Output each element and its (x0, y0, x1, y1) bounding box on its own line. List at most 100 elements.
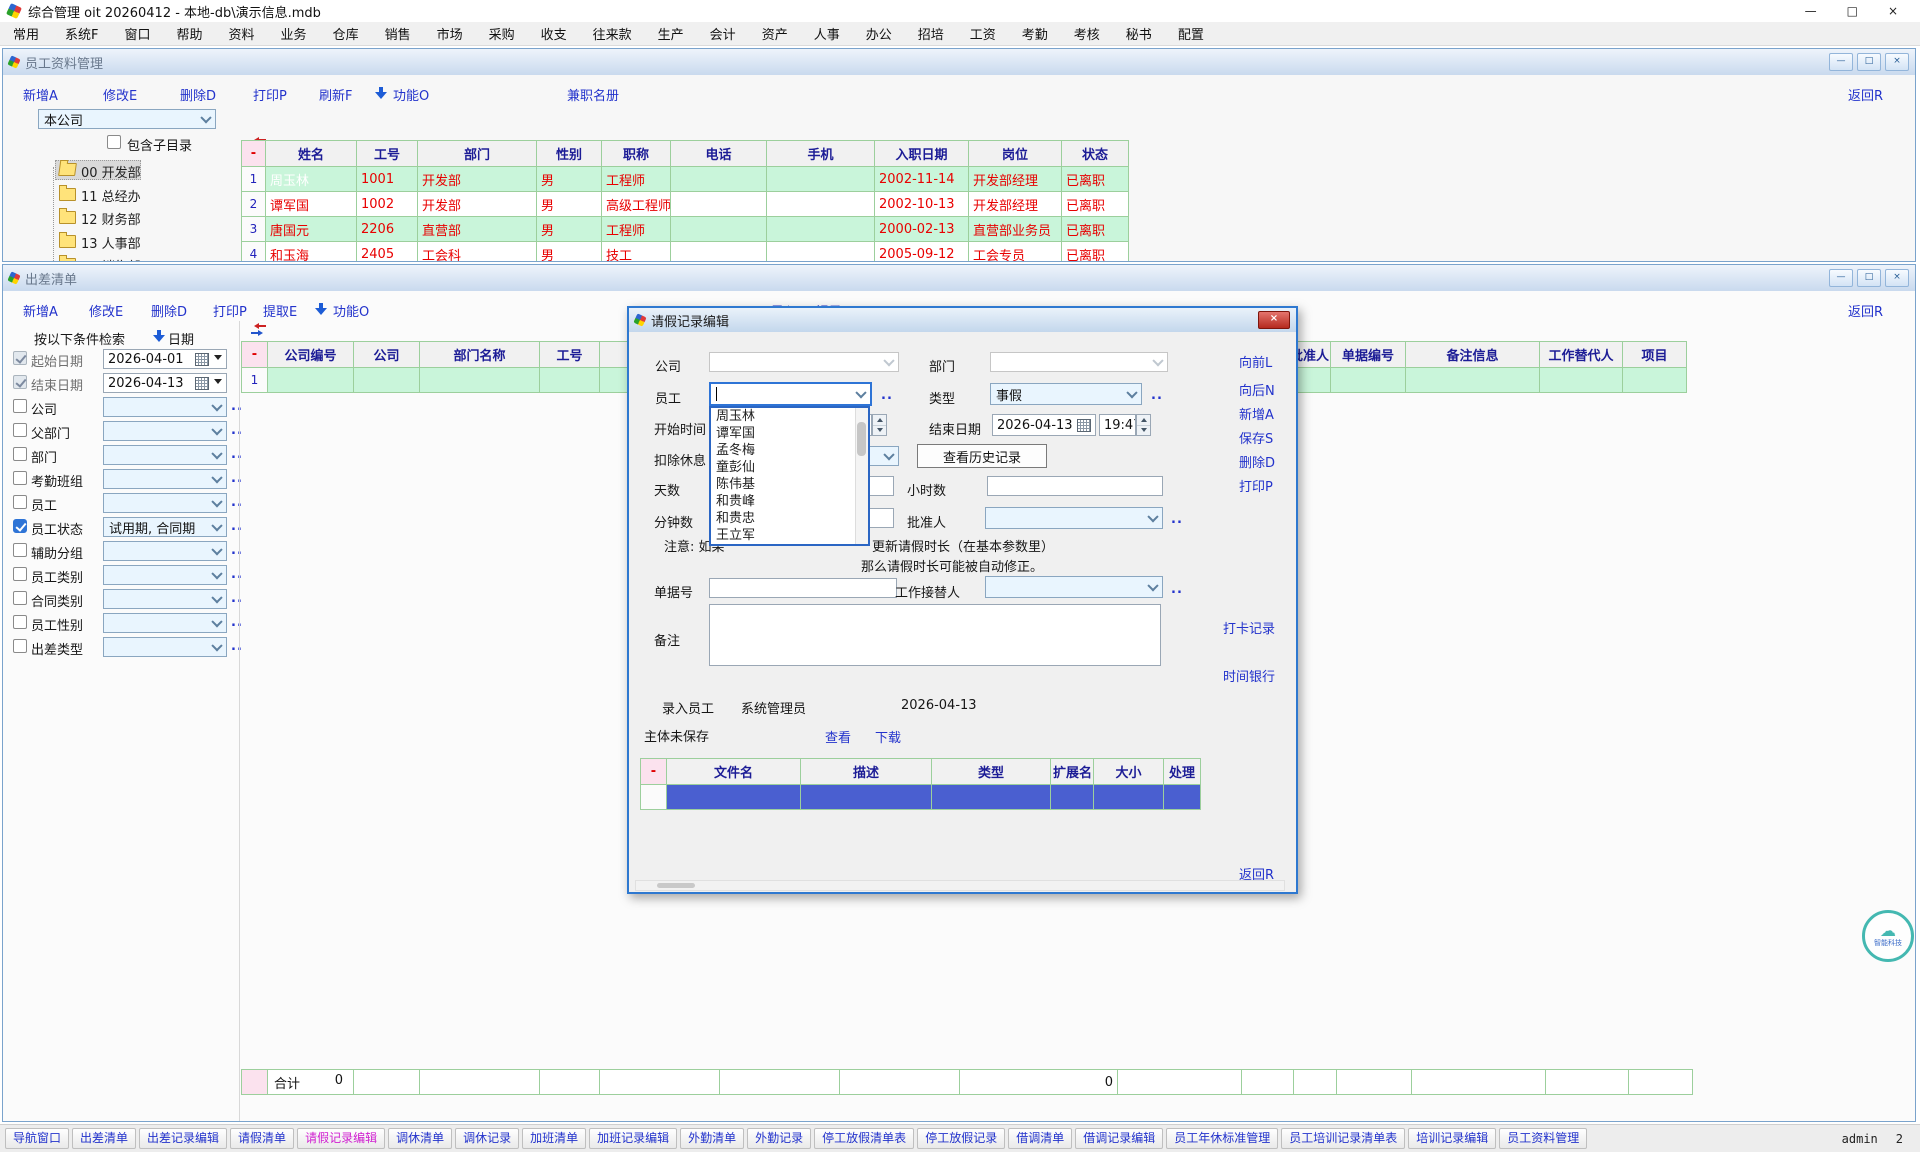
menu-item[interactable]: 配置 (1165, 21, 1217, 46)
scrollbar-thumb[interactable] (657, 883, 695, 888)
dropdown-item[interactable]: 王立军 (711, 527, 868, 544)
view-file-button[interactable]: 查看 (825, 727, 851, 746)
save-button[interactable]: 保存S (1239, 428, 1273, 447)
dropdown-item[interactable]: 和贵峰 (711, 493, 868, 510)
maximize-icon[interactable]: □ (1847, 4, 1858, 18)
dropdown-arrow-icon[interactable] (214, 355, 222, 364)
filter-checkbox-dept[interactable] (13, 447, 27, 461)
back-button[interactable]: 返回R (1848, 85, 1883, 104)
taskbar-item[interactable]: 调休清单 (388, 1128, 452, 1149)
next-button[interactable]: 向后N (1239, 380, 1275, 399)
browse-button[interactable]: .. (231, 639, 243, 654)
browse-button[interactable]: .. (231, 399, 243, 414)
filter-gender-select[interactable] (103, 613, 227, 633)
filter-checkbox-contract-category[interactable] (13, 591, 27, 605)
doc-no-input[interactable] (709, 578, 897, 598)
column-header[interactable]: 手机 (767, 141, 875, 167)
selected-cell[interactable]: 周玉林 (266, 167, 357, 192)
browse-button[interactable]: .. (1151, 388, 1163, 403)
column-header[interactable]: 工号 (357, 141, 418, 167)
dropdown-item[interactable]: 谭军国 (711, 425, 868, 442)
parttime-roster-button[interactable]: 兼职名册 (567, 85, 619, 104)
start-time-spinner[interactable] (872, 414, 887, 436)
column-header[interactable]: 入职日期 (875, 141, 969, 167)
end-time-spinner[interactable] (1136, 414, 1151, 436)
filter-aux-group-select[interactable] (103, 541, 227, 561)
company-select[interactable] (709, 352, 899, 372)
dropdown-item[interactable]: 童彭仙 (711, 459, 868, 476)
browse-button[interactable]: .. (231, 519, 243, 534)
column-header[interactable]: - (242, 141, 266, 167)
taskbar-item[interactable]: 员工资料管理 (1499, 1128, 1587, 1149)
selected-cell[interactable] (268, 368, 354, 393)
close-icon[interactable]: × (1885, 269, 1909, 287)
menu-item[interactable]: 资料 (216, 21, 268, 46)
taskbar-item[interactable]: 员工培训记录清单表 (1281, 1128, 1405, 1149)
calendar-icon[interactable] (195, 377, 209, 390)
filter-checkbox-employee-category[interactable] (13, 567, 27, 581)
tree-item-sales[interactable]: 14 销售部 (81, 256, 141, 262)
edit-button[interactable]: 修改E (89, 301, 123, 320)
tree-item-dev-dept[interactable]: 00 开发部 (81, 162, 141, 181)
taskbar-item[interactable]: 出差记录编辑 (139, 1128, 227, 1149)
browse-button[interactable]: .. (231, 423, 243, 438)
browse-button[interactable]: .. (231, 543, 243, 558)
employee-select[interactable] (709, 382, 872, 406)
function-button[interactable]: 功能O (393, 85, 429, 104)
filter-checkbox-employee[interactable] (13, 495, 27, 509)
include-subdir-checkbox[interactable] (107, 135, 121, 149)
end-date-input[interactable]: 2026-04-13 (992, 414, 1096, 436)
company-scope-select[interactable]: 本公司 (38, 109, 216, 129)
dropdown-item[interactable]: 周玉林 (711, 408, 868, 425)
menu-item[interactable]: 帮助 (164, 21, 216, 46)
add-button[interactable]: 新增A (1239, 404, 1274, 423)
taskbar-item[interactable]: 加班清单 (522, 1128, 586, 1149)
filter-checkbox-employee-status[interactable] (13, 519, 27, 533)
taskbar-item[interactable]: 外勤记录 (747, 1128, 811, 1149)
column-header[interactable]: 项目 (1623, 342, 1687, 368)
column-header[interactable]: 描述 (801, 759, 932, 785)
column-header[interactable]: - (242, 342, 268, 368)
taskbar-item[interactable]: 员工年休标准管理 (1166, 1128, 1278, 1149)
menu-item[interactable]: 办公 (853, 21, 905, 46)
column-header[interactable]: 处理 (1164, 759, 1201, 785)
column-header[interactable]: 大小 (1094, 759, 1164, 785)
column-header[interactable]: 部门 (418, 141, 537, 167)
column-header[interactable]: 文件名 (667, 759, 801, 785)
menu-item[interactable]: 考勤 (1009, 21, 1061, 46)
close-icon[interactable]: × (1258, 311, 1290, 329)
browse-button[interactable]: .. (231, 495, 243, 510)
filter-shift-group-select[interactable] (103, 469, 227, 489)
restore-icon[interactable]: □ (1857, 269, 1881, 287)
tree-item-finance[interactable]: 12 财务部 (81, 209, 141, 228)
note-textarea[interactable] (709, 604, 1161, 666)
swap-columns-icon[interactable] (251, 323, 266, 335)
taskbar-item-nav[interactable]: 导航窗口 (5, 1128, 69, 1149)
table-row[interactable]: 1 周玉林 1001 开发部 男 工程师 2002-11-14 开发部经理 已离… (242, 167, 1129, 192)
filter-checkbox-trip-type[interactable] (13, 639, 27, 653)
column-header[interactable]: 工作替代人 (1540, 342, 1623, 368)
taskbar-item-active[interactable]: 请假记录编辑 (297, 1128, 385, 1149)
filter-dept-select[interactable] (103, 445, 227, 465)
column-header[interactable]: 电话 (671, 141, 767, 167)
close-icon[interactable]: × (1885, 53, 1909, 71)
column-header[interactable]: 工号 (540, 342, 600, 368)
filter-employee-category-select[interactable] (103, 565, 227, 585)
menu-item[interactable]: 窗口 (112, 21, 164, 46)
taskbar-item[interactable]: 外勤清单 (680, 1128, 744, 1149)
sort-by-date-button[interactable]: 日期 (168, 329, 194, 348)
filter-employee-status-select[interactable]: 试用期, 合同期 (103, 517, 227, 537)
taskbar-item[interactable]: 调休记录 (455, 1128, 519, 1149)
add-button[interactable]: 新增A (23, 85, 58, 104)
browse-button[interactable]: .. (1171, 582, 1183, 597)
column-header[interactable]: 状态 (1062, 141, 1129, 167)
dropdown-scrollbar[interactable] (855, 408, 868, 544)
menu-item[interactable]: 生产 (645, 21, 697, 46)
column-header[interactable]: 公司 (354, 342, 420, 368)
extract-button[interactable]: 提取E (263, 301, 297, 320)
menu-item[interactable]: 仓库 (320, 21, 372, 46)
calendar-icon[interactable] (195, 353, 209, 366)
prev-button[interactable]: 向前L (1239, 352, 1272, 371)
browse-button[interactable]: .. (231, 447, 243, 462)
taskbar-item[interactable]: 停工放假清单表 (814, 1128, 914, 1149)
